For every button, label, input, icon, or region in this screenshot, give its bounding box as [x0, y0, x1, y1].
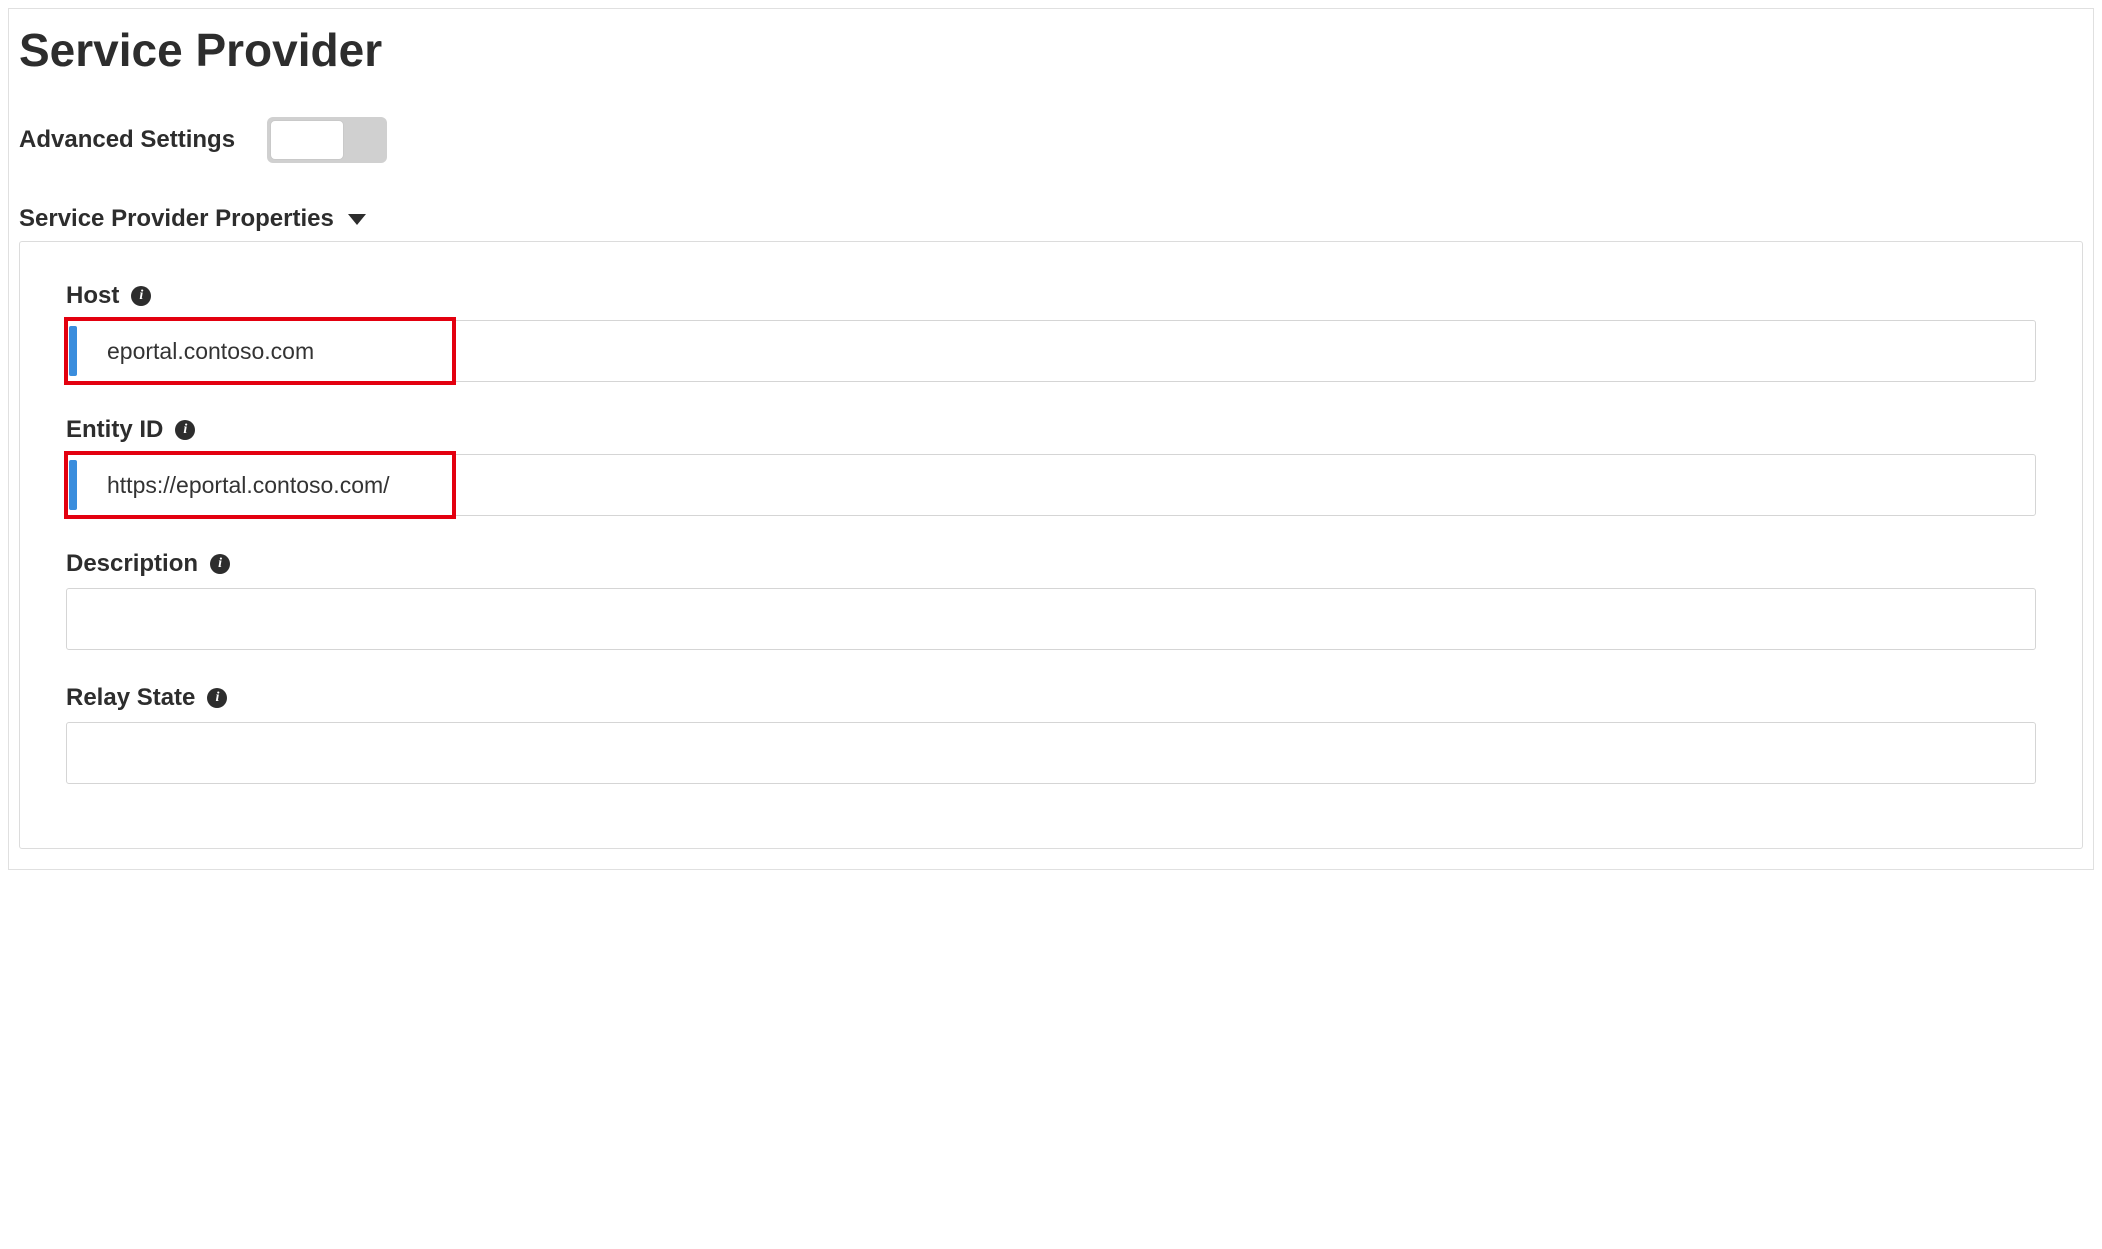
field-entity-id: Entity ID i	[66, 416, 2036, 516]
field-label-row: Relay State i	[66, 684, 2036, 712]
page-title: Service Provider	[19, 23, 2083, 77]
description-input-wrap	[66, 588, 2036, 650]
host-input-wrap	[66, 320, 2036, 382]
field-label-row: Entity ID i	[66, 416, 2036, 444]
entity-id-input-wrap	[66, 454, 2036, 516]
info-icon[interactable]: i	[175, 420, 195, 440]
caret-down-icon	[348, 214, 366, 225]
field-description: Description i	[66, 550, 2036, 650]
relay-state-input[interactable]	[66, 722, 2036, 784]
page-container: Service Provider Advanced Settings Servi…	[8, 8, 2094, 870]
host-label: Host	[66, 282, 119, 310]
relay-state-label: Relay State	[66, 684, 195, 712]
advanced-settings-label: Advanced Settings	[19, 126, 235, 154]
description-input[interactable]	[66, 588, 2036, 650]
info-icon[interactable]: i	[210, 554, 230, 574]
section-header[interactable]: Service Provider Properties	[19, 205, 2083, 233]
info-icon[interactable]: i	[131, 286, 151, 306]
relay-state-input-wrap	[66, 722, 2036, 784]
field-label-row: Host i	[66, 282, 2036, 310]
info-icon[interactable]: i	[207, 688, 227, 708]
advanced-settings-toggle[interactable]	[267, 117, 387, 163]
description-label: Description	[66, 550, 198, 578]
entity-id-input[interactable]	[66, 454, 2036, 516]
section-title: Service Provider Properties	[19, 205, 334, 233]
field-relay-state: Relay State i	[66, 684, 2036, 784]
section-panel: Host i Entity ID i Description	[19, 241, 2083, 849]
host-input[interactable]	[66, 320, 2036, 382]
toggle-knob	[270, 120, 344, 160]
field-label-row: Description i	[66, 550, 2036, 578]
field-host: Host i	[66, 282, 2036, 382]
entity-id-label: Entity ID	[66, 416, 163, 444]
advanced-settings-row: Advanced Settings	[19, 117, 2083, 163]
